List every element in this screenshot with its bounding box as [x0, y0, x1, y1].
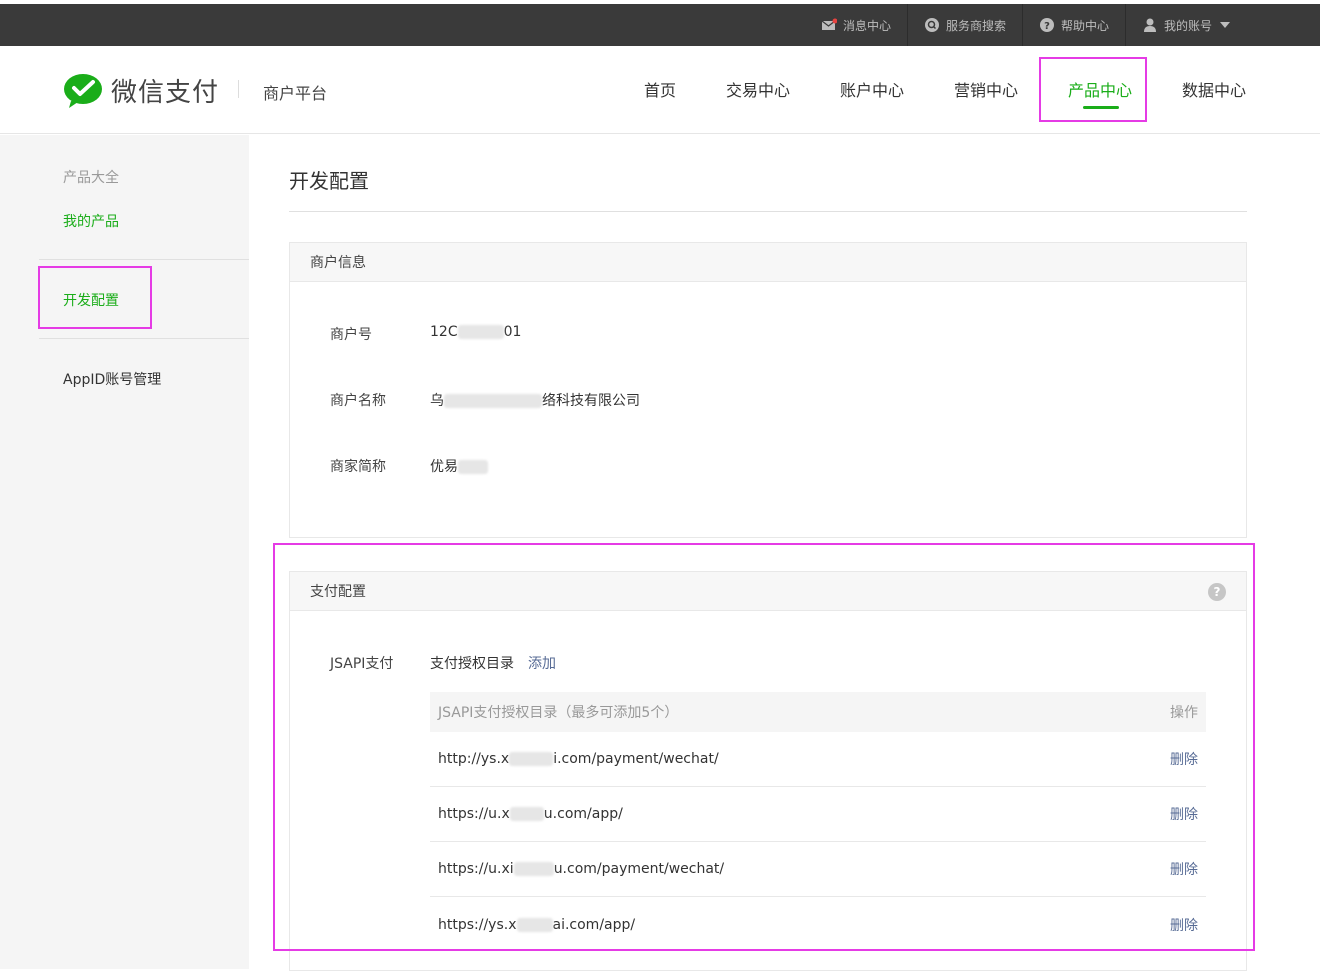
- title-divider: [289, 211, 1247, 212]
- merchant-id-value: 12C 01: [430, 324, 522, 340]
- sidebar-item-dev-config[interactable]: 开发配置: [63, 290, 119, 310]
- sidebar-divider: [39, 259, 249, 260]
- search-icon: [924, 17, 940, 33]
- sidebar-item-appid-management[interactable]: AppID账号管理: [63, 369, 161, 389]
- merchant-short-name-label: 商家简称: [330, 459, 386, 475]
- merchant-name-value: 乌络科技有限公司: [430, 393, 640, 409]
- auth-dir-url: http://ys.x i.com/payment/wechat/: [438, 751, 719, 767]
- redacted-text: [513, 862, 554, 876]
- payment-config-panel: 支付配置 ? JSAPI支付 支付授权目录 添加 JSAPI支付授权目录（最多可…: [289, 571, 1247, 971]
- help-center-link[interactable]: ? 帮助中心: [1021, 4, 1125, 46]
- payment-config-header: 支付配置 ?: [290, 572, 1246, 611]
- nav-home[interactable]: 首页: [644, 77, 676, 101]
- auth-dir-url: https://ys.x ai.com/app/: [438, 916, 636, 933]
- table-row: https://u.xi u.com/payment/wechat/ 删除: [430, 842, 1206, 897]
- wechat-pay-logo-icon: [64, 73, 102, 108]
- main-content: 开发配置 商户信息 商户号 12C 01 商户名称 乌络科技有限公司 商家简称 优…: [249, 135, 1320, 971]
- merchant-id-label: 商户号: [330, 327, 372, 343]
- action-column-header: 操作: [1170, 705, 1198, 721]
- wechat-pay-logo[interactable]: 微信支付: [63, 72, 219, 109]
- redacted-text: [444, 394, 542, 408]
- nav-products[interactable]: 产品中心: [1068, 77, 1132, 101]
- user-icon: [1142, 17, 1158, 33]
- delete-button[interactable]: 删除: [1170, 749, 1198, 769]
- redacted-text: [509, 807, 544, 821]
- table-row: http://ys.x i.com/payment/wechat/ 删除: [430, 732, 1206, 787]
- top-bar: 消息中心 服务商搜索 ? 帮助中心 我的账号: [0, 4, 1320, 46]
- auth-dir-column-header: JSAPI支付授权目录（最多可添加5个）: [438, 705, 679, 721]
- add-dir-link[interactable]: 添加: [528, 653, 556, 673]
- svg-text:?: ?: [1044, 21, 1050, 32]
- logo-divider: [238, 80, 239, 98]
- sidebar-divider: [39, 338, 249, 339]
- help-icon: ?: [1039, 17, 1055, 33]
- redacted-text: [516, 917, 553, 932]
- message-center-label: 消息中心: [842, 18, 891, 33]
- my-account-menu[interactable]: 我的账号: [1124, 4, 1246, 46]
- nav-transactions[interactable]: 交易中心: [726, 77, 790, 101]
- provider-search-label: 服务商搜索: [945, 18, 1006, 33]
- my-account-label: 我的账号: [1163, 18, 1212, 33]
- sidebar-item-my-products[interactable]: 我的产品: [63, 211, 119, 231]
- redacted-text: [509, 752, 554, 766]
- auth-dir-table-header: JSAPI支付授权目录（最多可添加5个） 操作: [430, 692, 1206, 732]
- delete-button[interactable]: 删除: [1170, 915, 1198, 935]
- page-title: 开发配置: [289, 169, 369, 193]
- table-row: https://u.x u.com/app/ 删除: [430, 787, 1206, 842]
- merchant-name-label: 商户名称: [330, 393, 386, 409]
- mail-icon: [821, 17, 837, 33]
- sidebar-item-all-products[interactable]: 产品大全: [63, 167, 119, 187]
- chevron-down-icon: [1220, 22, 1230, 28]
- sidebar: 产品大全 我的产品 开发配置 AppID账号管理: [0, 135, 249, 969]
- pay-auth-dir-label: 支付授权目录: [430, 656, 514, 672]
- redacted-text: [457, 325, 504, 339]
- merchant-short-name-value: 优易: [430, 456, 488, 476]
- platform-name: 商户平台: [263, 84, 328, 103]
- auth-dir-table: JSAPI支付授权目录（最多可添加5个） 操作 http://ys.x i.com…: [430, 692, 1206, 952]
- merchant-info-header: 商户信息: [290, 243, 1246, 282]
- delete-button[interactable]: 删除: [1170, 859, 1198, 879]
- jsapi-pay-label: JSAPI支付: [330, 656, 394, 672]
- provider-search-link[interactable]: 服务商搜索: [906, 4, 1022, 46]
- main-header: 微信支付 商户平台 首页 交易中心 账户中心 营销中心 产品中心 数据中心: [0, 46, 1320, 134]
- logo-text: 微信支付: [111, 78, 220, 108]
- help-icon[interactable]: ?: [1208, 583, 1226, 601]
- payment-config-title: 支付配置: [310, 584, 366, 600]
- message-center-link[interactable]: 消息中心: [805, 4, 907, 46]
- merchant-info-title: 商户信息: [310, 255, 366, 271]
- table-row: https://ys.x ai.com/app/ 删除: [430, 897, 1206, 952]
- redacted-text: [458, 460, 488, 474]
- nav-data[interactable]: 数据中心: [1182, 77, 1246, 101]
- delete-button[interactable]: 删除: [1170, 804, 1198, 824]
- merchant-info-panel: 商户信息 商户号 12C 01 商户名称 乌络科技有限公司 商家简称 优易: [289, 242, 1247, 538]
- auth-dir-url: https://u.xi u.com/payment/wechat/: [438, 861, 725, 877]
- auth-dir-url: https://u.x u.com/app/: [438, 806, 623, 822]
- nav-marketing[interactable]: 营销中心: [954, 77, 1018, 101]
- help-center-label: 帮助中心: [1060, 18, 1109, 33]
- nav-active-indicator: [1083, 106, 1119, 109]
- nav-account[interactable]: 账户中心: [840, 77, 904, 101]
